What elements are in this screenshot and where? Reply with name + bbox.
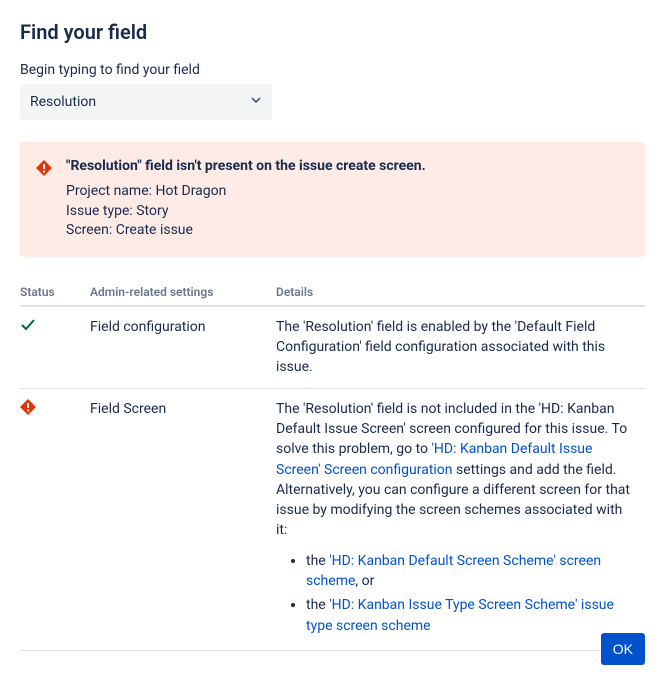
issue-type-screen-scheme-link[interactable]: 'HD: Kanban Issue Type Screen Scheme' is… [306,597,614,633]
col-admin-header: Admin-related settings [90,279,276,306]
status-cell [20,306,90,388]
error-icon [20,403,36,419]
alert-project: Project name: Hot Dragon [66,182,629,202]
list-item: the 'HD: Kanban Issue Type Screen Scheme… [306,595,637,636]
alert-content: "Resolution" field isn't present on the … [66,158,629,241]
field-select-value: Resolution [30,94,96,110]
settings-table: Status Admin-related settings Details Fi… [20,279,645,651]
list-item: the 'HD: Kanban Default Screen Scheme' s… [306,551,637,592]
search-label: Begin typing to find your field [20,62,645,78]
ok-button[interactable]: OK [601,633,645,665]
status-cell [20,388,90,650]
field-select[interactable]: Resolution [20,84,272,120]
admin-cell: Field Screen [90,388,276,650]
table-row: Field configuration The 'Resolution' fie… [20,306,645,388]
error-alert: "Resolution" field isn't present on the … [20,142,645,257]
alert-issuetype: Issue type: Story [66,202,629,222]
col-status-header: Status [20,279,90,306]
page-title: Find your field [20,20,645,44]
alert-title: "Resolution" field isn't present on the … [66,158,629,174]
details-list: the 'HD: Kanban Default Screen Scheme' s… [276,551,637,636]
details-cell: The 'Resolution' field is enabled by the… [276,306,645,388]
error-icon [36,160,52,176]
admin-cell: Field configuration [90,306,276,388]
check-icon [20,321,36,337]
screen-scheme-link[interactable]: 'HD: Kanban Default Screen Scheme' scree… [306,553,601,589]
col-details-header: Details [276,279,645,306]
details-cell: The 'Resolution' field is not included i… [276,388,645,650]
alert-screen: Screen: Create issue [66,221,629,241]
field-select-wrapper: Resolution [20,84,272,120]
table-row: Field Screen The 'Resolution' field is n… [20,388,645,650]
